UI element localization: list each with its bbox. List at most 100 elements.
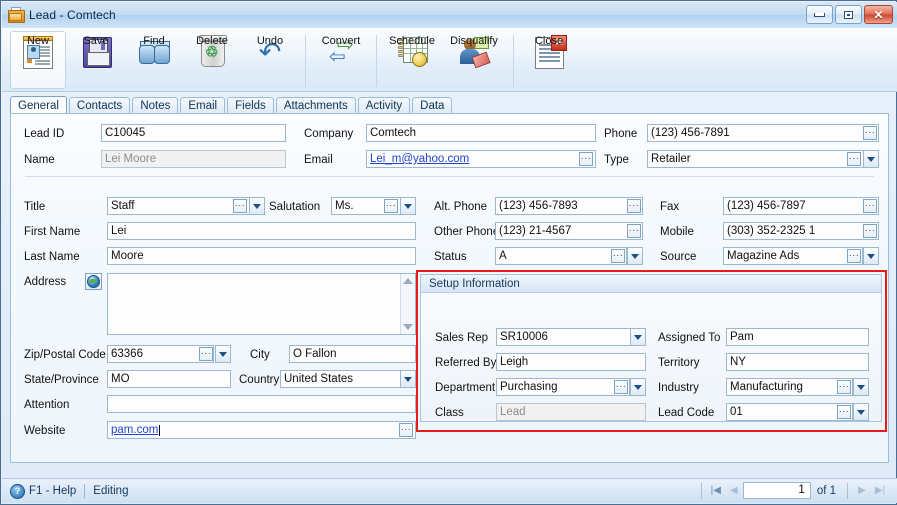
lead-folder-icon	[8, 7, 25, 23]
fax-label: Fax	[660, 201, 680, 213]
name-label: Name	[24, 154, 55, 166]
mobile-input[interactable]: (303) 352-2325 1	[723, 222, 879, 240]
country-input[interactable]: United States	[280, 370, 416, 388]
title-bar: Lead - Comtech ✕	[2, 2, 897, 29]
next-record-button[interactable]: ▶	[853, 482, 871, 499]
company-input[interactable]: Comtech	[366, 124, 596, 142]
tab-notes[interactable]: Notes	[132, 97, 179, 114]
other-phone-lookup-icon[interactable]: ···	[627, 224, 641, 238]
zip-label: Zip/Postal Code	[24, 349, 106, 361]
last-record-button[interactable]: ▶|	[871, 482, 889, 499]
tab-activity[interactable]: Activity	[357, 97, 411, 114]
schedule-button-label: Schedule	[389, 35, 435, 47]
country-label: Country	[239, 374, 280, 386]
city-input[interactable]: O Fallon	[289, 345, 416, 363]
page-number-input[interactable]: 1	[742, 482, 811, 499]
address-scrollbar[interactable]	[400, 274, 415, 334]
tab-bar: General Contacts Notes Email Fields Atta…	[10, 96, 890, 114]
source-label: Source	[660, 251, 697, 263]
toolbar-separator-1	[305, 35, 306, 87]
source-dropdown-arrow[interactable]	[863, 247, 879, 265]
minimize-button[interactable]	[806, 5, 833, 24]
type-label: Type	[604, 154, 629, 166]
website-lookup-icon[interactable]: ···	[399, 423, 413, 437]
source-lookup-icon[interactable]: ···	[847, 249, 861, 263]
undo-button-label: Undo	[256, 35, 284, 47]
undo-button[interactable]: ↶ Undo	[242, 31, 298, 89]
last-name-label: Last Name	[24, 251, 80, 263]
first-record-button[interactable]: |◀	[707, 482, 725, 499]
zip-dropdown-arrow[interactable]	[215, 345, 231, 363]
help-hint[interactable]: ? F1 - Help	[10, 483, 77, 499]
new-button[interactable]: New	[10, 31, 66, 89]
globe-icon[interactable]	[85, 273, 102, 290]
maximize-button[interactable]	[835, 5, 862, 24]
address-textarea[interactable]	[107, 273, 416, 335]
tab-notes-label: Notes	[140, 100, 171, 112]
text-caret	[159, 424, 161, 436]
other-phone-input[interactable]: (123) 21-4567	[495, 222, 643, 240]
website-input[interactable]: pam.com	[107, 421, 416, 439]
email-lookup-icon[interactable]: ···	[579, 152, 593, 166]
new-button-label: New	[26, 35, 49, 47]
tab-email[interactable]: Email	[180, 97, 226, 114]
title-lookup-icon[interactable]: ···	[233, 199, 247, 213]
salutation-label: Salutation	[269, 201, 321, 213]
country-dropdown-arrow[interactable]	[400, 370, 416, 388]
delete-button[interactable]: ♲ Delete	[184, 31, 240, 89]
alt-phone-lookup-icon[interactable]: ···	[627, 199, 641, 213]
tab-fields[interactable]: Fields	[227, 97, 274, 114]
phone-input[interactable]: (123) 456-7891	[647, 124, 879, 142]
source-input[interactable]: Magazine Ads	[723, 247, 863, 265]
tab-attachments[interactable]: Attachments	[275, 97, 356, 114]
save-button[interactable]: Save	[68, 31, 124, 89]
status-separator	[84, 484, 86, 498]
title-dropdown-arrow[interactable]	[249, 197, 265, 215]
lead-id-input[interactable]: C10045	[101, 124, 286, 142]
tab-contacts[interactable]: Contacts	[68, 97, 131, 114]
salutation-dropdown-arrow[interactable]	[400, 197, 416, 215]
address-label: Address	[24, 276, 67, 288]
phone-lookup-icon[interactable]: ···	[863, 126, 877, 140]
scroll-up-icon[interactable]	[403, 278, 413, 284]
status-label: Status	[434, 251, 467, 263]
zip-input[interactable]: 63366	[107, 345, 214, 363]
salutation-lookup-icon[interactable]: ···	[384, 199, 398, 213]
find-button[interactable]: Find	[126, 31, 182, 89]
last-name-input[interactable]: Moore	[107, 247, 416, 265]
tab-general[interactable]: General	[10, 96, 67, 114]
attention-input[interactable]	[107, 395, 416, 413]
email-input[interactable]: Lei_m@yahoo.com	[366, 150, 596, 168]
toolbar-separator-2	[376, 35, 377, 87]
type-input[interactable]: Retailer	[647, 150, 879, 168]
help-label: F1 - Help	[29, 485, 77, 497]
type-dropdown-arrow[interactable]	[863, 150, 879, 168]
first-name-input[interactable]: Lei	[107, 222, 416, 240]
status-dropdown-arrow[interactable]	[627, 247, 643, 265]
convert-button-label: Convert	[321, 35, 361, 47]
disqualify-button[interactable]: Disqualify	[442, 31, 506, 89]
close-record-button[interactable]: ✕ Close	[521, 31, 577, 89]
mobile-lookup-icon[interactable]: ···	[863, 224, 877, 238]
state-input[interactable]: MO	[107, 370, 231, 388]
email-link[interactable]: Lei_m@yahoo.com	[370, 151, 469, 167]
alt-phone-input[interactable]: (123) 456-7893	[495, 197, 643, 215]
disqualify-button-label: Disqualify	[450, 35, 498, 47]
close-button[interactable]: ✕	[864, 5, 893, 24]
previous-record-button[interactable]: ◀	[725, 482, 743, 499]
tab-data[interactable]: Data	[412, 97, 453, 114]
page-count-label: of 1	[816, 484, 836, 497]
type-lookup-icon[interactable]: ···	[847, 152, 861, 166]
close-icon: ✕	[873, 7, 884, 22]
status-lookup-icon[interactable]: ···	[611, 249, 625, 263]
zip-lookup-icon[interactable]: ···	[199, 347, 213, 361]
schedule-button[interactable]: Schedule	[384, 31, 440, 89]
fax-input[interactable]: (123) 456-7897	[723, 197, 879, 215]
convert-button[interactable]: ⇨ ⇦ Convert	[313, 31, 369, 89]
status-input[interactable]: A	[495, 247, 627, 265]
name-input[interactable]: Lei Moore	[101, 150, 286, 168]
website-link[interactable]: pam.com	[111, 422, 158, 438]
scroll-down-icon[interactable]	[403, 324, 413, 330]
fax-lookup-icon[interactable]: ···	[863, 199, 877, 213]
find-button-label: Find	[143, 35, 165, 47]
